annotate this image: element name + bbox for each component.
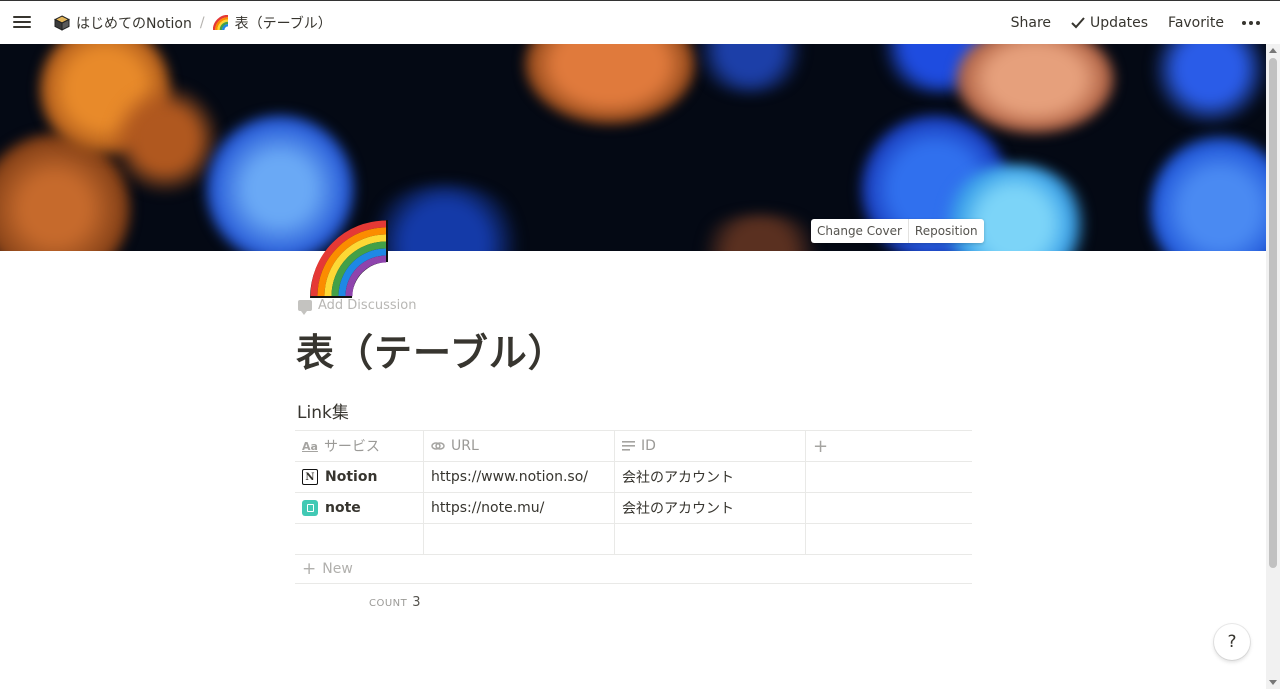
package-icon [54, 15, 70, 31]
scroll-down-icon[interactable] [1269, 680, 1277, 685]
notion-logo-icon: N [302, 469, 318, 485]
breadcrumb-item-current-page[interactable]: 表（テーブル） [209, 11, 336, 35]
column-header-label: サービス [323, 439, 380, 455]
breadcrumb-separator: / [199, 15, 205, 31]
cell-empty[interactable] [806, 493, 972, 523]
top-bar: はじめてのNotion / 表（テーブル） Share Updates Favo… [0, 0, 1280, 44]
help-button[interactable]: ? [1214, 624, 1250, 660]
rainbow-icon [212, 15, 228, 31]
scroll-up-icon[interactable] [1269, 48, 1277, 53]
breadcrumb-item-workspace[interactable]: はじめてのNotion [50, 11, 196, 35]
add-discussion-label: Add Discussion [318, 298, 417, 313]
plus-icon: + [302, 559, 317, 579]
share-label: Share [1010, 15, 1052, 31]
new-row-label: New [322, 561, 353, 577]
cell-id[interactable] [615, 524, 806, 554]
change-cover-button[interactable]: Change Cover [811, 219, 908, 243]
note-logo-icon [302, 500, 318, 516]
add-row-button[interactable]: + New [295, 555, 972, 584]
share-button[interactable]: Share [1003, 11, 1059, 35]
cell-id[interactable]: 会社のアカウント [615, 462, 806, 492]
link-icon [431, 442, 445, 450]
add-discussion-button[interactable]: Add Discussion [298, 298, 417, 315]
cell-id[interactable]: 会社のアカウント [615, 493, 806, 523]
checkmark-icon [1071, 17, 1085, 29]
title-aa-icon: Aa [302, 439, 318, 453]
cover-controls: Change Cover Reposition [811, 219, 984, 243]
breadcrumb-label: 表（テーブル） [234, 16, 332, 32]
cover-bokeh [690, 214, 830, 251]
cell-url[interactable]: https://note.mu/ [424, 493, 615, 523]
cell-service[interactable]: note [295, 493, 424, 523]
plus-icon: + [813, 435, 829, 457]
cell-service[interactable] [295, 524, 424, 554]
cover-bokeh [690, 44, 810, 94]
database-table: Aa サービス URL ID + N Notion https://www.no… [295, 430, 972, 584]
scrollbar[interactable] [1266, 44, 1280, 689]
cell-empty[interactable] [806, 524, 972, 554]
table-row[interactable] [295, 524, 972, 555]
column-header-url[interactable]: URL [424, 431, 615, 461]
column-header-id[interactable]: ID [615, 431, 806, 461]
breadcrumb-label: はじめてのNotion [76, 16, 192, 32]
count-summary[interactable]: COUNT 3 [369, 595, 421, 610]
page-title[interactable]: 表（テーブル） [296, 322, 567, 377]
column-header-label: URL [451, 438, 479, 454]
rainbow-icon[interactable] [304, 214, 392, 302]
cell-empty[interactable] [806, 462, 972, 492]
cover-bokeh [1150, 44, 1266, 124]
top-bar-actions: Share Updates Favorite [1003, 1, 1266, 45]
table-row[interactable]: N Notion https://www.notion.so/ 会社のアカウント [295, 462, 972, 493]
column-header-label: ID [641, 438, 656, 454]
cover-bokeh [955, 44, 1115, 134]
cell-service-label: Notion [325, 469, 378, 485]
menu-icon[interactable] [13, 13, 31, 31]
count-value: 3 [412, 595, 422, 610]
more-options-icon[interactable] [1236, 17, 1266, 29]
question-mark-icon: ? [1227, 632, 1237, 652]
updates-button[interactable]: Updates [1063, 11, 1156, 35]
table-header-row: Aa サービス URL ID + [295, 430, 972, 462]
count-label: COUNT [369, 598, 408, 609]
cell-service-label: note [325, 500, 361, 516]
comment-icon [298, 300, 312, 315]
database-title[interactable]: Link集 [297, 398, 349, 423]
cell-url[interactable]: https://www.notion.so/ [424, 462, 615, 492]
column-header-service[interactable]: Aa サービス [295, 431, 424, 461]
add-column-button[interactable]: + [806, 431, 972, 461]
breadcrumb: はじめてのNotion / 表（テーブル） [50, 1, 336, 45]
reposition-button[interactable]: Reposition [907, 219, 984, 243]
cover-bokeh [110, 84, 220, 194]
cover-image: Change Cover Reposition [0, 44, 1266, 251]
cover-bokeh [1150, 134, 1266, 251]
favorite-label: Favorite [1168, 15, 1224, 31]
text-lines-icon [622, 441, 635, 451]
favorite-button[interactable]: Favorite [1160, 11, 1232, 35]
cell-url[interactable] [424, 524, 615, 554]
cell-service[interactable]: N Notion [295, 462, 424, 492]
table-row[interactable]: note https://note.mu/ 会社のアカウント [295, 493, 972, 524]
cover-bokeh [525, 44, 695, 124]
updates-label: Updates [1090, 15, 1149, 31]
scroll-thumb[interactable] [1269, 58, 1277, 568]
